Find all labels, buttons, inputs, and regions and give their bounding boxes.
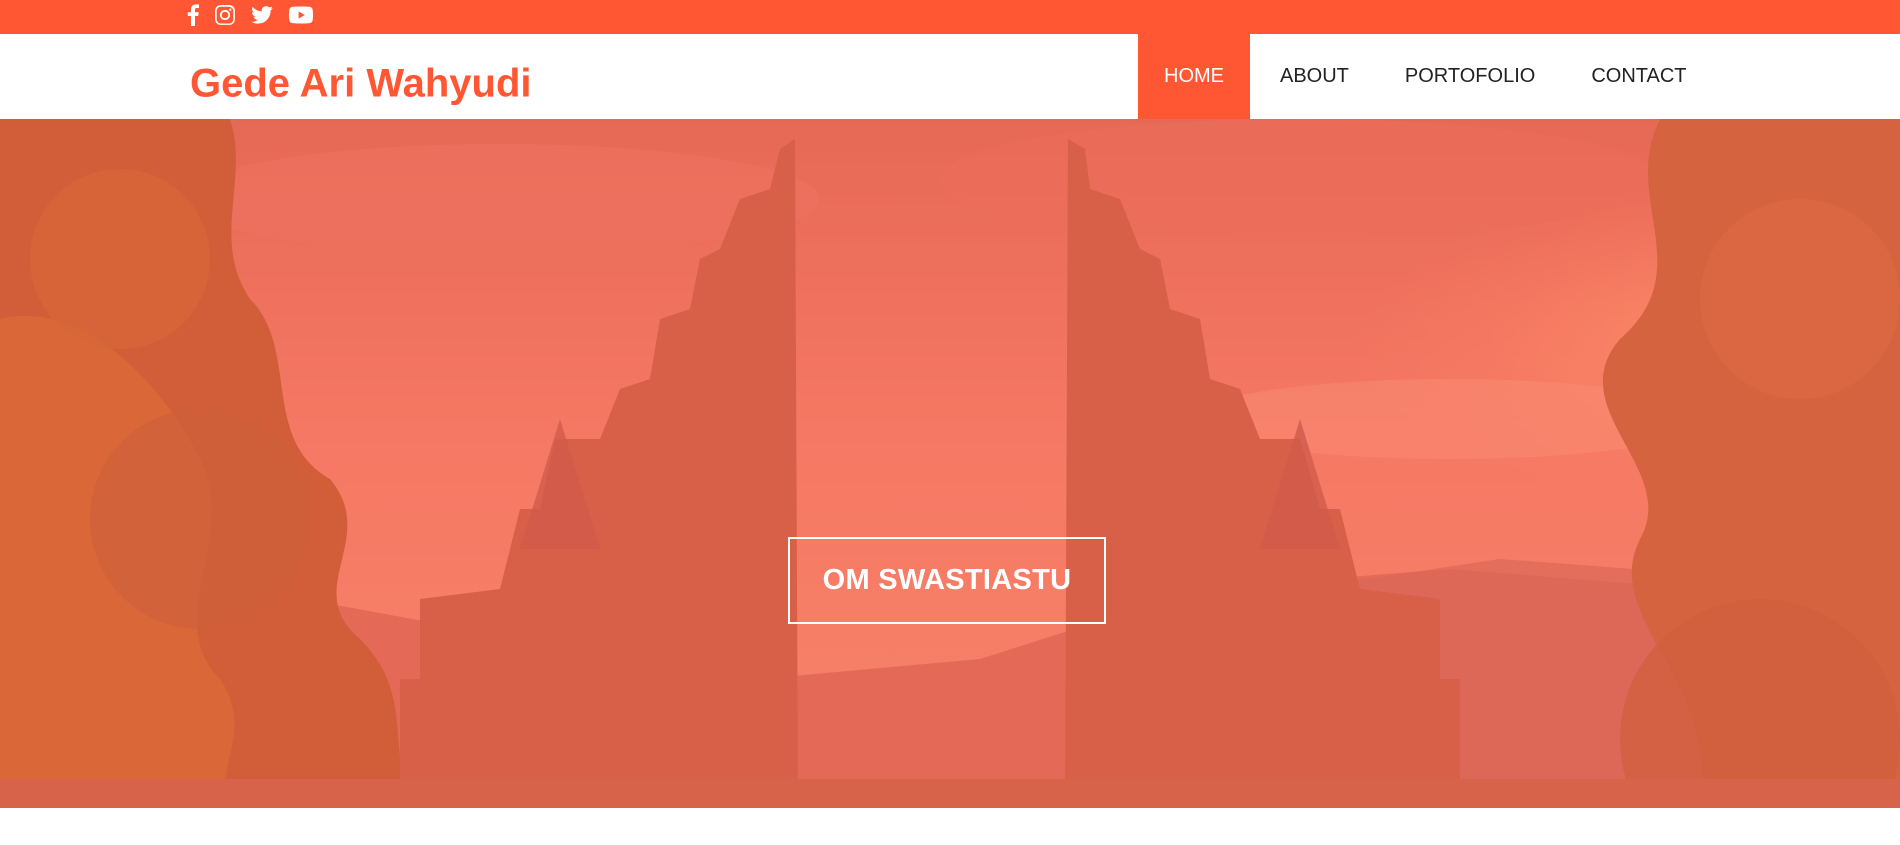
twitter-icon[interactable] xyxy=(251,6,273,24)
facebook-icon[interactable] xyxy=(187,4,199,26)
nav-home[interactable]: HOME xyxy=(1138,34,1250,119)
site-brand-logo[interactable]: Gede Ari Wahyudi xyxy=(190,62,532,107)
nav-menu: HOME ABOUT PORTOFOLIO CONTACT xyxy=(1138,34,1687,119)
social-links xyxy=(187,4,329,26)
nav-portofolio[interactable]: PORTOFOLIO xyxy=(1377,34,1563,119)
hero-background-image xyxy=(0,119,1900,808)
top-social-bar xyxy=(0,0,1900,34)
youtube-icon[interactable] xyxy=(289,6,313,24)
hero-greeting-button[interactable]: OM SWASTIASTU xyxy=(788,537,1106,624)
instagram-icon[interactable] xyxy=(215,5,235,25)
main-navbar: Gede Ari Wahyudi HOME ABOUT PORTOFOLIO C… xyxy=(0,34,1900,119)
hero-section: OM SWASTIASTU xyxy=(0,119,1900,808)
nav-contact[interactable]: CONTACT xyxy=(1563,34,1686,119)
nav-about[interactable]: ABOUT xyxy=(1250,34,1377,119)
